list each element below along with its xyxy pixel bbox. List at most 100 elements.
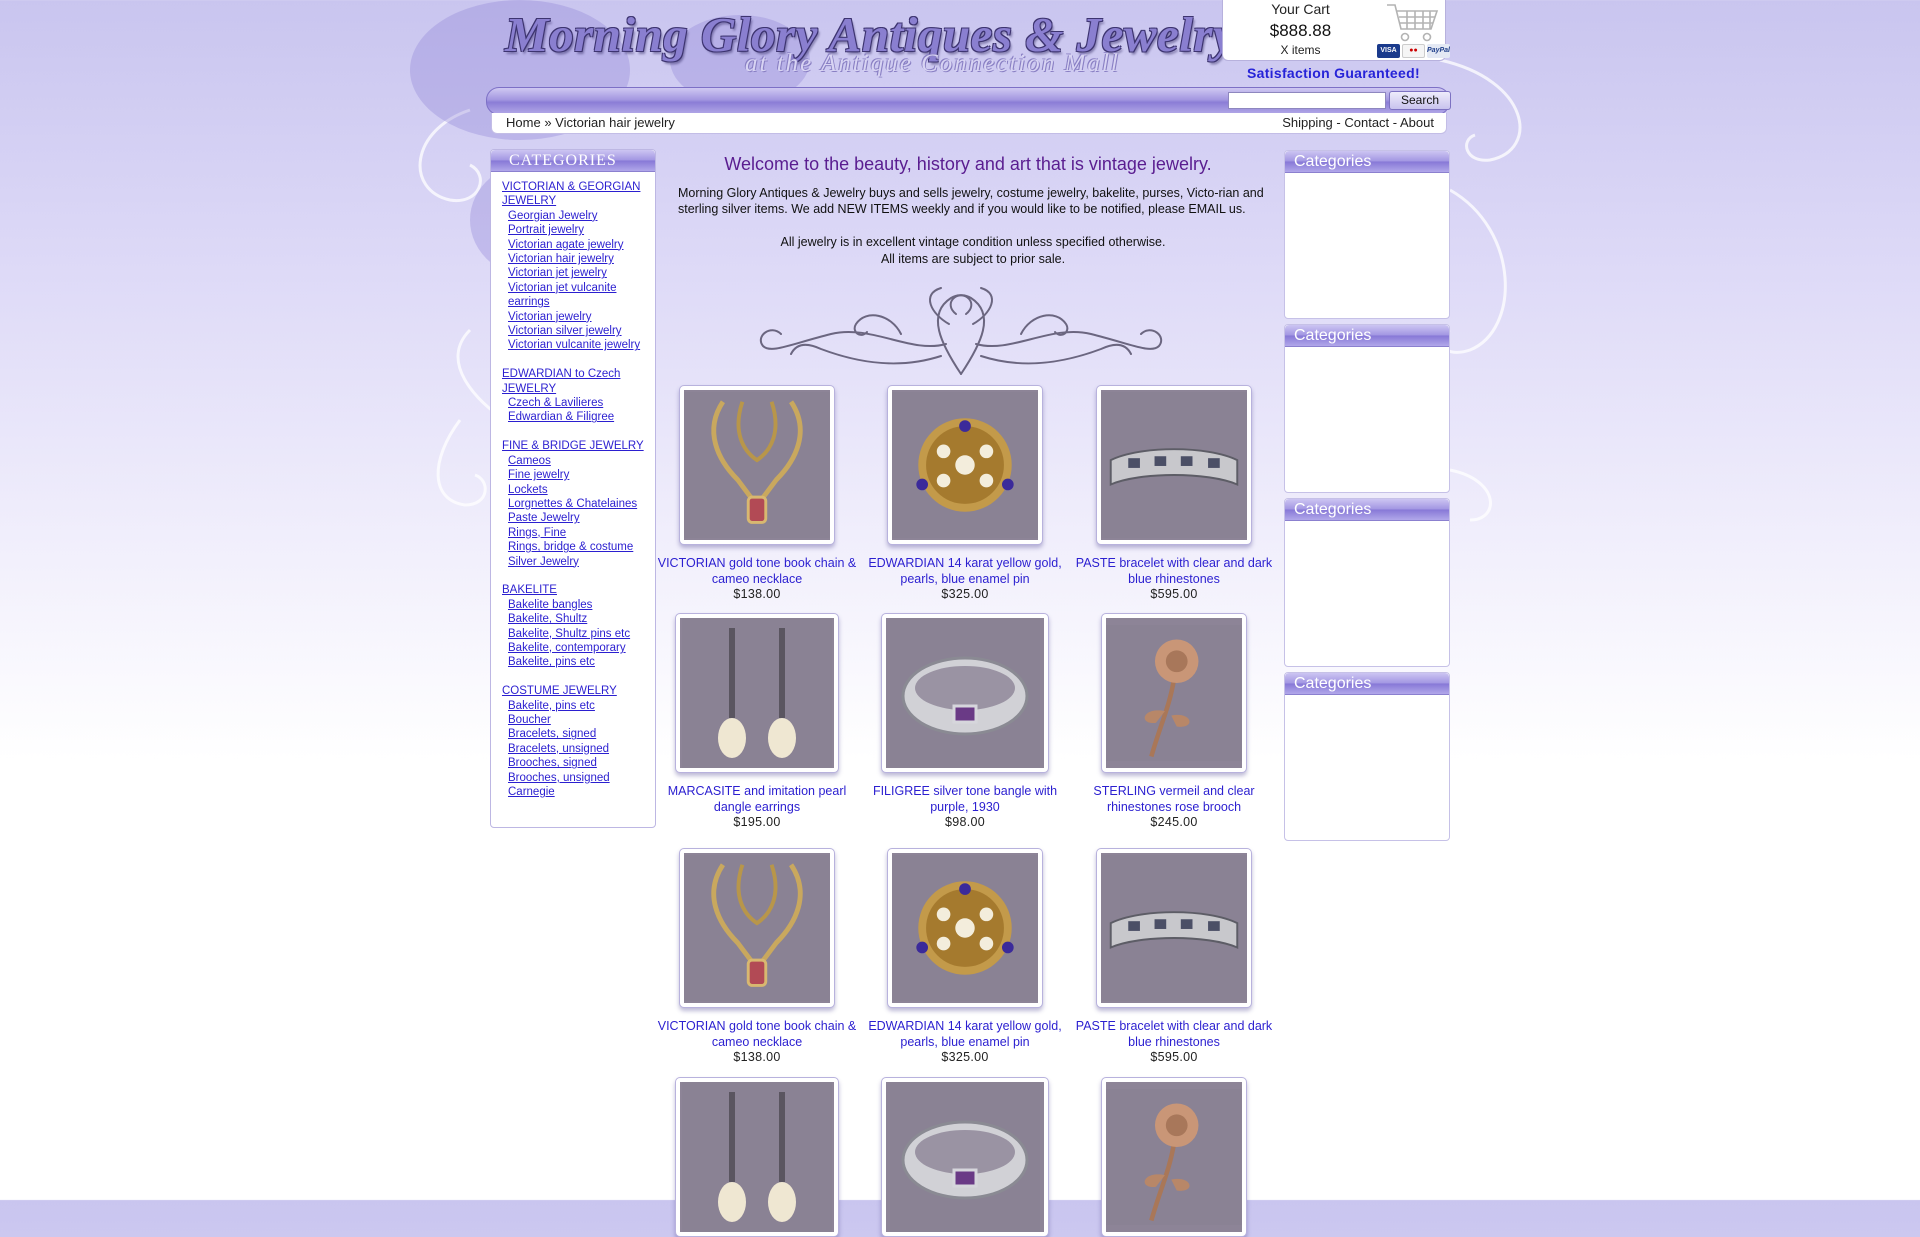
category-link[interactable]: Czech & Lavilieres <box>502 396 649 410</box>
product-price: $245.00 <box>1150 815 1198 829</box>
product-thumbnail[interactable] <box>881 1077 1049 1237</box>
product-photo <box>1101 853 1247 1003</box>
right-categories-box: Categories <box>1284 672 1450 841</box>
search-input[interactable] <box>1228 92 1386 109</box>
product-name-link[interactable]: STERLING vermeil and clear rhinestones r… <box>1070 783 1278 815</box>
category-link[interactable]: Victorian jet vulcanite earrings <box>502 281 649 310</box>
product-photo <box>684 390 830 540</box>
category-link[interactable]: Victorian jewelry <box>502 310 649 324</box>
category-link[interactable]: Victorian agate jewelry <box>502 238 649 252</box>
contact-link[interactable]: Contact <box>1344 115 1389 130</box>
category-link[interactable]: Victorian jet jewelry <box>502 266 649 280</box>
category-link[interactable]: Paste Jewelry <box>502 511 649 525</box>
category-link[interactable]: Portrait jewelry <box>502 223 649 237</box>
cart-total: $888.88 <box>1269 21 1332 40</box>
product-photo <box>886 1082 1044 1232</box>
category-link[interactable]: Victorian silver jewelry <box>502 324 649 338</box>
category-link[interactable]: Rings, Fine <box>502 526 649 540</box>
product-photo <box>1101 390 1247 540</box>
cart-widget[interactable]: Your Cart $888.88 X items VISA ●● PayPal <box>1222 0 1450 61</box>
category-link[interactable]: Bakelite, Shultz <box>502 612 649 626</box>
product-thumbnail[interactable] <box>887 385 1043 545</box>
category-link[interactable]: Brooches, signed <box>502 756 649 770</box>
product-price: $138.00 <box>733 587 781 601</box>
product-name-link[interactable]: VICTORIAN gold tone book chain & cameo n… <box>653 1018 861 1050</box>
category-link[interactable]: Cameos <box>502 454 649 468</box>
category-link[interactable]: Silver Jewelry <box>502 555 649 569</box>
category-link[interactable]: Bracelets, signed <box>502 727 649 741</box>
product-name-link[interactable]: MARCASITE and imitation pearl dangle ear… <box>653 783 861 815</box>
product-card: MARCASITE and imitation pearl dangle ear… <box>653 613 861 829</box>
category-group: COSTUME JEWELRY Bakelite, pins etc Boucher… <box>502 684 649 799</box>
product-thumbnail[interactable] <box>1096 848 1252 1008</box>
about-link[interactable]: About <box>1400 115 1434 130</box>
search-button[interactable]: Search <box>1389 91 1451 110</box>
category-link[interactable]: Bakelite, contemporary <box>502 641 649 655</box>
product-price: $195.00 <box>733 815 781 829</box>
product-card <box>653 1077 861 1237</box>
product-photo <box>886 618 1044 768</box>
product-thumbnail[interactable] <box>881 613 1049 773</box>
category-link[interactable]: Georgian Jewelry <box>502 209 649 223</box>
search-bar: Search <box>486 87 1451 115</box>
category-heading-link[interactable]: BAKELITE <box>502 583 649 597</box>
product-name-link[interactable]: FILIGREE silver tone bangle with purple,… <box>861 783 1069 815</box>
category-link[interactable]: Boucher <box>502 713 649 727</box>
breadcrumb: Home » Victorian hair jewelry <box>506 115 675 130</box>
category-link[interactable]: Rings, bridge & costume <box>502 540 649 554</box>
category-link[interactable]: Lockets <box>502 483 649 497</box>
breadcrumb-home-link[interactable]: Home <box>506 115 541 130</box>
category-link[interactable]: Bakelite bangles <box>502 598 649 612</box>
breadcrumb-current: Victorian hair jewelry <box>555 115 675 130</box>
product-photo <box>684 853 830 1003</box>
product-thumbnail[interactable] <box>679 385 835 545</box>
product-price: $595.00 <box>1150 587 1198 601</box>
category-link[interactable]: Brooches, unsigned <box>502 771 649 785</box>
product-thumbnail[interactable] <box>1096 385 1252 545</box>
product-name-link[interactable]: EDWARDIAN 14 karat yellow gold, pearls, … <box>861 1018 1069 1050</box>
product-thumbnail[interactable] <box>1101 613 1247 773</box>
site-subtitle: at the Antique Connection Mall <box>745 50 1120 77</box>
shopping-cart-icon[interactable] <box>1385 1 1441 45</box>
right-categories-box: Categories <box>1284 150 1450 319</box>
product-name-link[interactable]: EDWARDIAN 14 karat yellow gold, pearls, … <box>861 555 1069 587</box>
product-thumbnail[interactable] <box>679 848 835 1008</box>
category-link[interactable]: Victorian hair jewelry <box>502 252 649 266</box>
decorative-flourish <box>760 287 1162 375</box>
category-heading-link[interactable]: VICTORIAN & GEORGIAN JEWELRY <box>502 180 649 209</box>
category-list: VICTORIAN & GEORGIAN JEWELRY Georgian Jew… <box>491 172 655 799</box>
category-link[interactable]: Lorgnettes & Chatelaines <box>502 497 649 511</box>
product-thumbnail[interactable] <box>887 848 1043 1008</box>
condition-note: All jewelry is in excellent vintage cond… <box>780 235 1166 249</box>
product-thumbnail[interactable] <box>1101 1077 1247 1237</box>
category-link[interactable]: Bakelite, Shultz pins etc <box>502 627 649 641</box>
breadcrumb-bar: Home » Victorian hair jewelry Shipping -… <box>491 113 1447 134</box>
product-card: STERLING vermeil and clear rhinestones r… <box>1070 613 1278 829</box>
product-thumbnail[interactable] <box>675 613 839 773</box>
product-name-link[interactable]: PASTE bracelet with clear and dark blue … <box>1070 1018 1278 1050</box>
product-thumbnail[interactable] <box>675 1077 839 1237</box>
category-link[interactable]: Victorian vulcanite jewelry <box>502 338 649 352</box>
product-name-link[interactable]: VICTORIAN gold tone book chain & cameo n… <box>653 555 861 587</box>
category-link[interactable]: Bakelite, pins etc <box>502 699 649 713</box>
site-logo[interactable]: Morning Glory Antiques & Jewelry at the … <box>495 2 1255 84</box>
shipping-link[interactable]: Shipping <box>1282 115 1333 130</box>
right-categories-heading: Categories <box>1285 673 1449 695</box>
product-photo <box>680 1082 834 1232</box>
product-card <box>1070 1077 1278 1237</box>
product-price: $325.00 <box>941 587 989 601</box>
category-link[interactable]: Fine jewelry <box>502 468 649 482</box>
left-categories-sidebar: CATEGORIES VICTORIAN & GEORGIAN JEWELRY G… <box>490 149 656 828</box>
product-card <box>861 1077 1069 1237</box>
category-heading-link[interactable]: EDWARDIAN to Czech JEWELRY <box>502 367 649 396</box>
category-link[interactable]: Bracelets, unsigned <box>502 742 649 756</box>
product-card: VICTORIAN gold tone book chain & cameo n… <box>653 385 861 601</box>
product-photo <box>1106 1082 1242 1232</box>
category-link[interactable]: Bakelite, pins etc <box>502 655 649 669</box>
product-name-link[interactable]: PASTE bracelet with clear and dark blue … <box>1070 555 1278 587</box>
category-link[interactable]: Edwardian & Filigree <box>502 410 649 424</box>
payment-icons: VISA ●● PayPal <box>1377 44 1450 58</box>
category-heading-link[interactable]: FINE & BRIDGE JEWELRY <box>502 439 649 453</box>
category-link[interactable]: Carnegie <box>502 785 649 799</box>
category-heading-link[interactable]: COSTUME JEWELRY <box>502 684 649 698</box>
